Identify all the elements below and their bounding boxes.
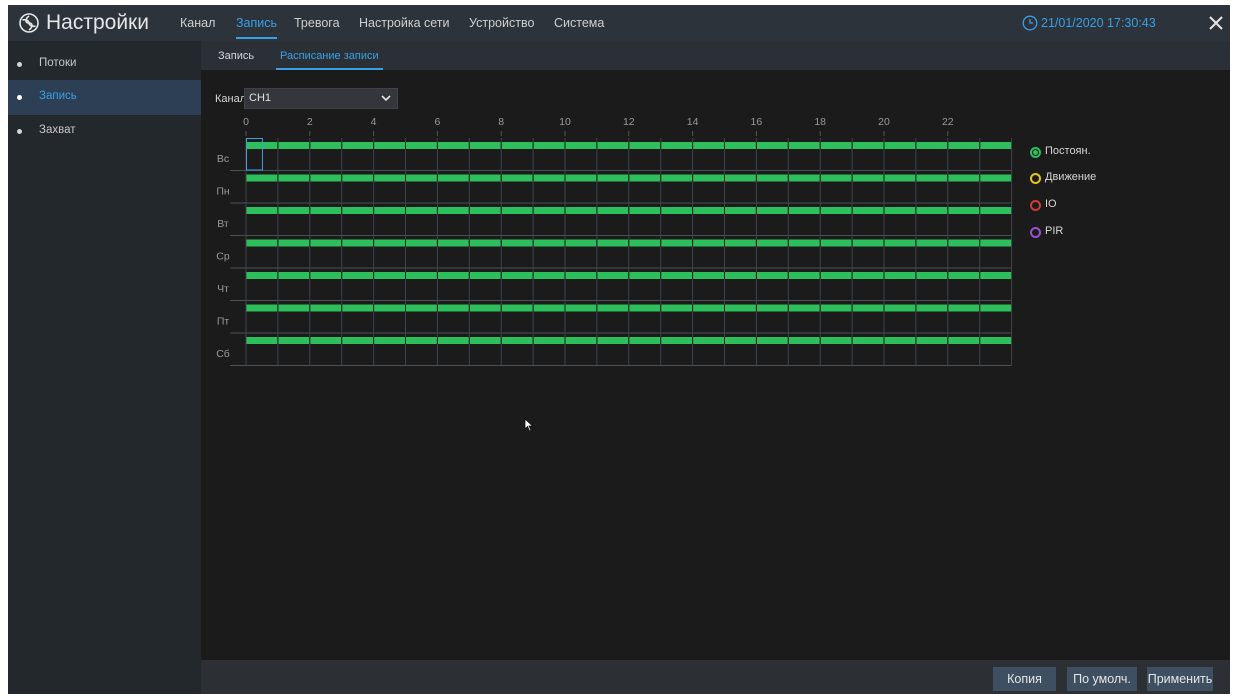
bottom-bar: Копия По умолч. Применить xyxy=(201,660,1230,694)
legend-label: PIR xyxy=(1045,225,1064,237)
sidebar-item-streams[interactable]: Потоки xyxy=(8,47,201,82)
schedule-grid[interactable]: 0 2 4 6 8 10 12 14 16 18 20 22 Вс Пн Вт Ср Чт Пт Сб xyxy=(208,108,1028,370)
copy-button[interactable]: Копия xyxy=(993,667,1056,691)
radio-dot-icon xyxy=(1033,150,1038,155)
datetime: 21/01/2020 17:30:43 xyxy=(1041,16,1156,30)
sidebar-item-label: Запись xyxy=(39,90,77,102)
legend-label: Движение xyxy=(1045,171,1097,183)
clock-icon xyxy=(1022,15,1038,31)
sidebar-item-capture[interactable]: Захват xyxy=(8,114,201,149)
subtab-record[interactable]: Запись xyxy=(218,50,254,62)
day-label: Сб xyxy=(216,348,230,360)
top-bar: Настройки Канал Запись Тревога Настройка… xyxy=(8,5,1230,41)
day-label: Вс xyxy=(217,153,229,165)
channel-value: CH1 xyxy=(249,92,272,104)
hour-label: 14 xyxy=(687,116,699,128)
day-label: Пт xyxy=(217,316,230,328)
hour-label: 12 xyxy=(623,116,635,128)
tab-alarm[interactable]: Тревога xyxy=(294,15,340,31)
app-window: Настройки Канал Запись Тревога Настройка… xyxy=(8,5,1230,694)
bullet-icon xyxy=(17,95,22,100)
hour-label: 20 xyxy=(878,116,890,128)
bullet-icon xyxy=(17,62,22,67)
day-label: Чт xyxy=(217,283,229,295)
sidebar-item-label: Захват xyxy=(39,124,76,136)
hour-label: 2 xyxy=(307,116,313,128)
apply-button[interactable]: Применить xyxy=(1147,667,1213,691)
close-icon[interactable] xyxy=(1207,14,1225,32)
default-button[interactable]: По умолч. xyxy=(1067,667,1137,691)
subtab-record-schedule[interactable]: Расписание записи xyxy=(276,50,383,70)
page-title: Настройки xyxy=(46,11,149,34)
legend-label: IO xyxy=(1045,198,1057,210)
hour-label: 6 xyxy=(434,116,440,128)
day-label: Ср xyxy=(216,251,230,263)
hour-label: 16 xyxy=(751,116,763,128)
mouse-cursor-icon xyxy=(524,418,534,432)
channel-label: Канал xyxy=(215,93,247,105)
logo-icon xyxy=(19,13,39,33)
tab-network[interactable]: Настройка сети xyxy=(359,15,450,31)
radio-icon xyxy=(1030,173,1041,184)
hour-label: 0 xyxy=(243,116,249,128)
hour-label: 4 xyxy=(371,116,377,128)
hour-label: 10 xyxy=(559,116,571,128)
bullet-icon xyxy=(17,129,22,134)
tab-system[interactable]: Система xyxy=(554,15,604,31)
sub-tabs-bar: Запись Расписание записи xyxy=(201,41,1230,70)
hour-label: 22 xyxy=(942,116,954,128)
tab-record[interactable]: Запись xyxy=(236,15,278,39)
hour-label: 18 xyxy=(814,116,826,128)
sidebar-item-record[interactable]: Запись xyxy=(8,80,201,115)
channel-select[interactable]: CH1 xyxy=(244,88,398,109)
radio-icon xyxy=(1030,227,1041,238)
sidebar: Потоки Запись Захват xyxy=(8,41,201,694)
day-label: Пн xyxy=(216,186,230,198)
day-label: Вт xyxy=(217,218,229,230)
legend-label: Постоян. xyxy=(1045,145,1091,157)
chevron-down-icon xyxy=(381,95,391,102)
sidebar-item-label: Потоки xyxy=(39,57,77,69)
tab-channel[interactable]: Канал xyxy=(180,15,215,31)
tab-device[interactable]: Устройство xyxy=(469,15,534,31)
hour-label: 8 xyxy=(498,116,504,128)
radio-icon xyxy=(1030,200,1041,211)
